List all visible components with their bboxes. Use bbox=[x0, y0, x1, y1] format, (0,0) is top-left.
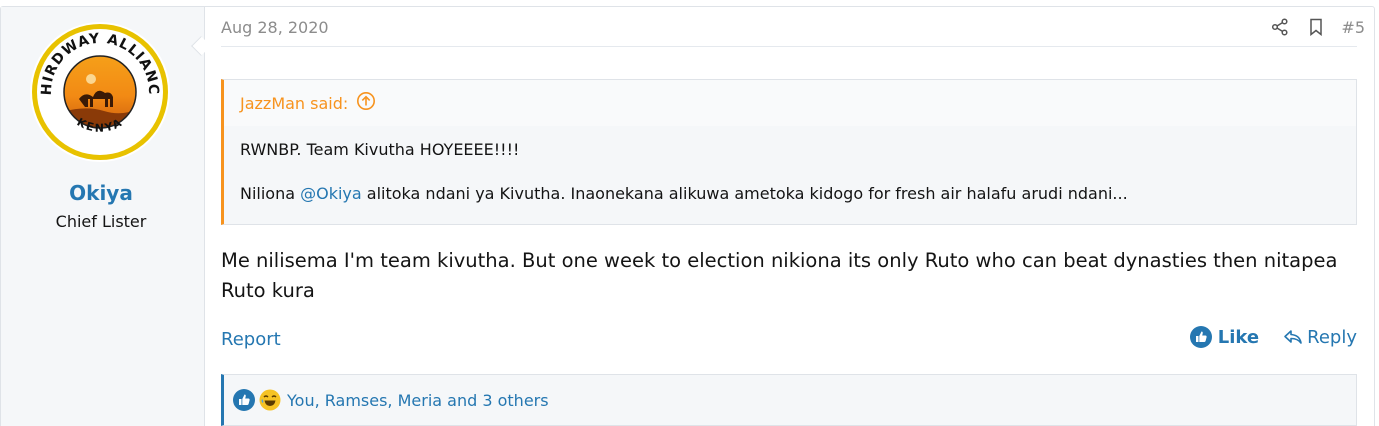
share-icon[interactable] bbox=[1269, 16, 1291, 38]
thumbs-up-icon bbox=[1189, 326, 1212, 348]
user-column: THIRDWAY ALLIANCE KENYA Okiya Chief List… bbox=[1, 7, 205, 426]
quote-line: Niliona @Okiya alitoka ndani ya Kivutha.… bbox=[240, 184, 1128, 203]
username[interactable]: Okiya bbox=[1, 181, 201, 205]
laugh-reaction-icon bbox=[259, 389, 281, 411]
arrow-up-circle-icon[interactable] bbox=[356, 91, 376, 115]
reply-label: Reply bbox=[1307, 326, 1357, 348]
like-label: Like bbox=[1217, 326, 1260, 348]
user-mention[interactable]: @Okiya bbox=[300, 184, 362, 203]
user-title: Chief Lister bbox=[55, 212, 147, 231]
report-link[interactable]: Report bbox=[221, 329, 281, 350]
post-date[interactable]: Aug 28, 2020 bbox=[221, 18, 329, 37]
post-footer-actions: Like Reply bbox=[1189, 326, 1357, 348]
post-header-actions: #5 bbox=[1269, 16, 1365, 38]
avatar[interactable]: THIRDWAY ALLIANCE KENYA bbox=[24, 9, 171, 163]
like-reaction-icon bbox=[233, 389, 255, 411]
reactions-bar[interactable]: You, Ramses, Meria and 3 others bbox=[221, 374, 1357, 426]
reactions-summary[interactable]: You, Ramses, Meria and 3 others bbox=[287, 391, 549, 410]
quote-line: RWNBP. Team Kivutha HOYEEEE!!!! bbox=[240, 140, 520, 159]
header-divider bbox=[221, 46, 1357, 47]
quote-author[interactable]: JazzMan said: bbox=[240, 94, 348, 113]
quote-body: RWNBP. Team Kivutha HOYEEEE!!!! Niliona … bbox=[240, 140, 1128, 204]
reply-icon bbox=[1284, 330, 1302, 344]
bookmark-icon[interactable] bbox=[1305, 16, 1327, 38]
like-button[interactable]: Like bbox=[1189, 326, 1260, 348]
quote-header[interactable]: JazzMan said: bbox=[224, 80, 1356, 126]
post-number[interactable]: #5 bbox=[1341, 18, 1365, 37]
quote-block: JazzMan said: RWNBP. Team Kivutha HOYEEE… bbox=[221, 79, 1357, 225]
post-message: Me nilisema I'm team kivutha. But one we… bbox=[221, 249, 1338, 302]
reply-button[interactable]: Reply bbox=[1283, 327, 1357, 348]
